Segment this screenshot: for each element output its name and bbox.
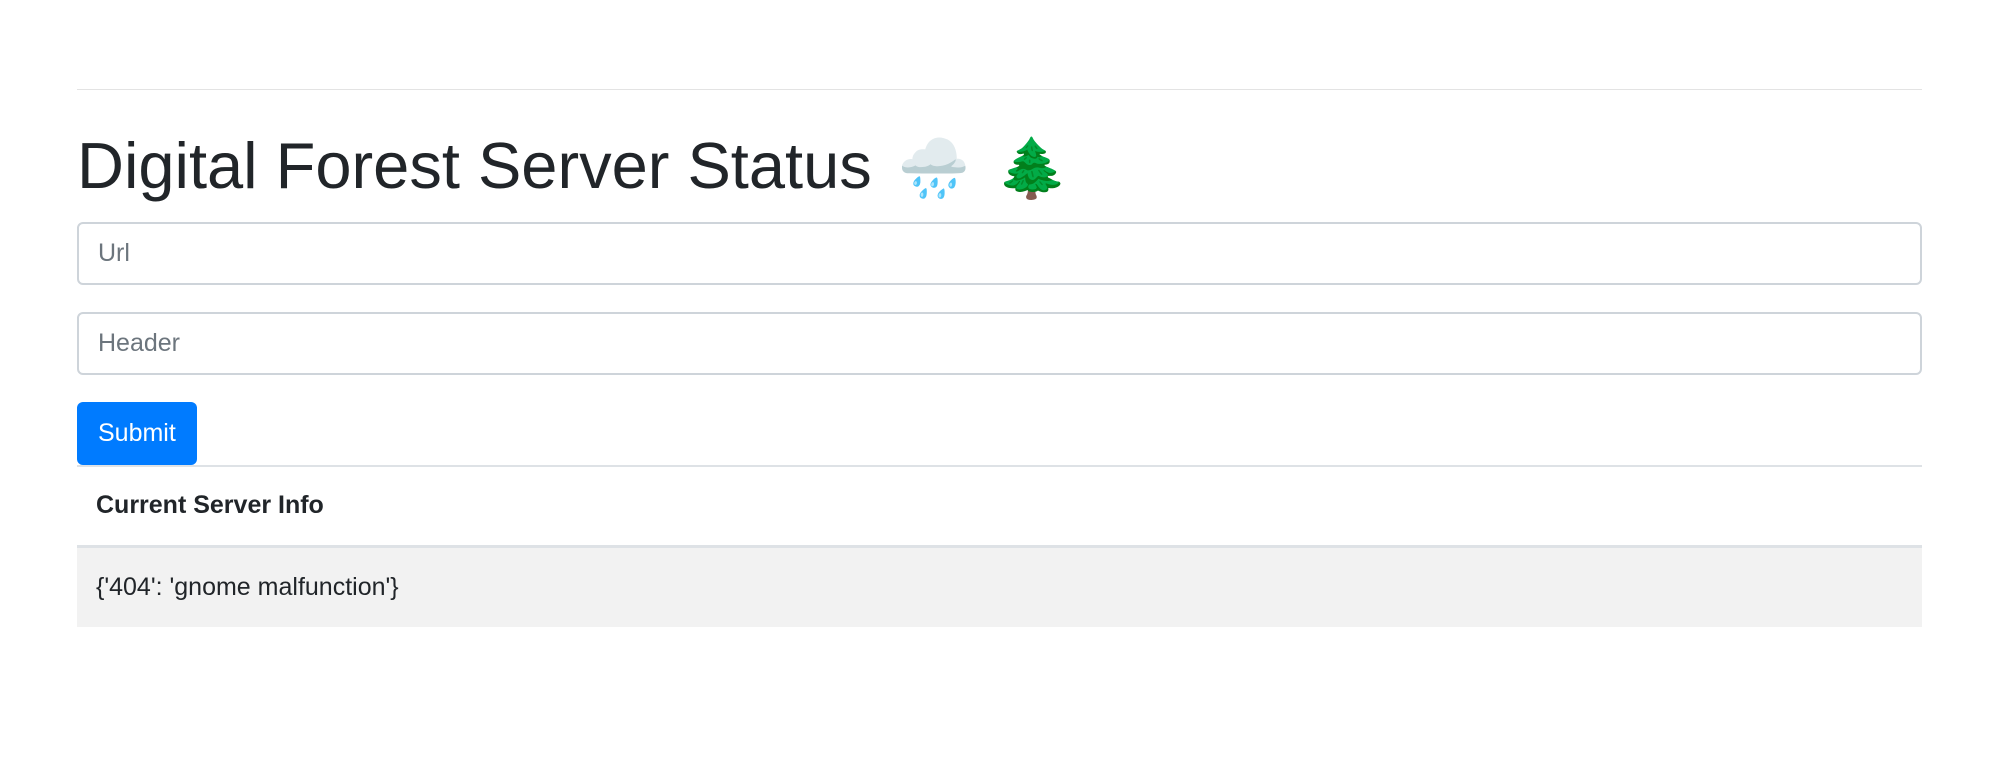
url-input[interactable]	[77, 222, 1922, 285]
server-info-cell: {'404': 'gnome malfunction'}	[77, 546, 1922, 627]
table-row: {'404': 'gnome malfunction'}	[77, 546, 1922, 627]
rain-cloud-icon: 🌧️	[897, 134, 971, 202]
page-container: Digital Forest Server Status 🌧️ 🌲 Submit…	[77, 89, 1922, 627]
page-title-text: Digital Forest Server Status	[77, 129, 872, 202]
server-info-table: Current Server Info {'404': 'gnome malfu…	[77, 465, 1922, 627]
status-form: Submit	[77, 222, 1922, 465]
evergreen-tree-icon: 🌲	[996, 134, 1069, 202]
page-title: Digital Forest Server Status 🌧️ 🌲	[77, 126, 1922, 206]
submit-button[interactable]: Submit	[77, 402, 197, 465]
header-input[interactable]	[77, 312, 1922, 375]
table-header-row: Current Server Info	[77, 465, 1922, 548]
current-server-info-header: Current Server Info	[77, 465, 1922, 548]
top-divider	[77, 89, 1922, 90]
